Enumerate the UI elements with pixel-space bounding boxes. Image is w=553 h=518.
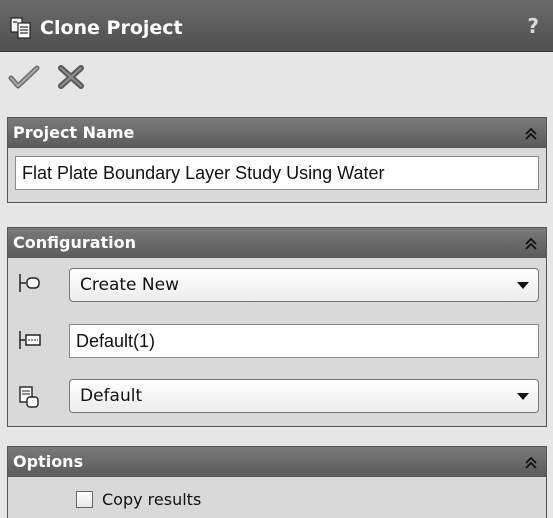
base-configuration-icon: [19, 386, 39, 408]
panel-title: Clone Project: [40, 17, 183, 39]
configuration-mode-value: Create New: [80, 275, 179, 295]
configuration-header[interactable]: Configuration: [8, 228, 546, 258]
configuration-group: Configuration Create New Default(1) Defa…: [7, 227, 547, 427]
copy-results-option[interactable]: Copy results: [76, 487, 201, 511]
title-bar: Clone Project ?: [0, 0, 553, 52]
project-name-group: Project Name Flat Plate Boundary Layer S…: [7, 117, 547, 203]
property-manager-panel: Clone Project ? Project Name Flat Plate …: [0, 0, 553, 518]
clone-project-icon: [10, 17, 31, 39]
collapse-icon[interactable]: [524, 456, 538, 470]
dropdown-arrow-icon: [517, 282, 529, 289]
configuration-name-icon: [19, 331, 41, 349]
options-header[interactable]: Options: [8, 447, 546, 477]
configuration-header-label: Configuration: [13, 233, 137, 252]
base-configuration-value: Default: [80, 386, 143, 406]
copy-results-checkbox[interactable]: [76, 490, 93, 508]
project-name-header[interactable]: Project Name: [8, 118, 546, 148]
help-icon[interactable]: ?: [527, 14, 539, 38]
project-name-input[interactable]: Flat Plate Boundary Layer Study Using Wa…: [15, 156, 539, 190]
collapse-icon[interactable]: [524, 127, 538, 141]
cancel-button[interactable]: [56, 64, 86, 90]
configuration-name-input[interactable]: Default(1): [69, 324, 539, 358]
configuration-mode-select[interactable]: Create New: [69, 268, 539, 302]
options-group: Options Copy results: [7, 446, 547, 518]
project-name-header-label: Project Name: [13, 123, 135, 142]
base-configuration-select[interactable]: Default: [69, 379, 539, 413]
configuration-mode-icon: [19, 274, 40, 292]
dropdown-arrow-icon: [517, 393, 529, 400]
options-header-label: Options: [13, 452, 84, 471]
ok-button[interactable]: [8, 64, 40, 90]
copy-results-label: Copy results: [102, 489, 202, 509]
collapse-icon[interactable]: [524, 237, 538, 251]
